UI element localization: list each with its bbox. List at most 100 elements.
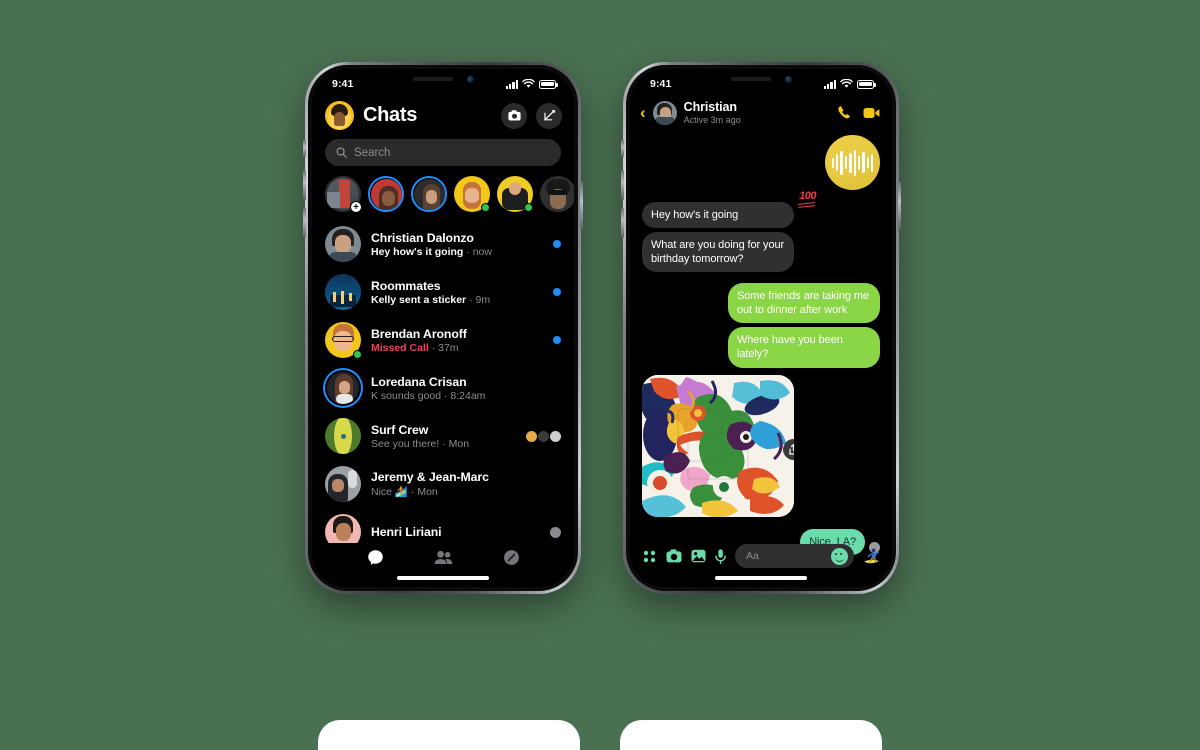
seen-by-avatars (550, 526, 561, 538)
message-bubble[interactable]: Hey how's it going 100 (642, 190, 816, 229)
list-item[interactable]: Roommates Kelly sent a sticker · 9m (312, 268, 574, 316)
phone-chats-list: 9:41 Chats Search + Christian Dalonzo He… (303, 62, 583, 594)
chat-preview: Missed Call · 37m (371, 341, 459, 354)
tab-chats[interactable] (367, 549, 384, 571)
phone-icon[interactable] (837, 105, 852, 120)
list-item[interactable]: Brendan Aronoff Missed Call · 37m (312, 316, 574, 364)
wifi-icon (840, 79, 853, 88)
silent-switch[interactable] (303, 140, 306, 157)
search-input[interactable]: Search (325, 139, 561, 166)
chat-name: Jeremy & Jean-Marc (371, 470, 489, 484)
power-button[interactable] (898, 182, 901, 230)
online-badge (524, 203, 533, 212)
tab-bar[interactable] (312, 543, 574, 587)
cellular-bars-icon (505, 79, 518, 89)
home-indicator[interactable] (397, 576, 489, 580)
voice-message[interactable] (825, 135, 880, 190)
power-button[interactable] (580, 182, 583, 230)
back-button[interactable]: ‹ (640, 104, 646, 121)
online-badge (481, 203, 490, 212)
story-item[interactable] (540, 176, 574, 212)
avatar[interactable] (325, 370, 361, 406)
chat-preview: Hey how's it going · now (371, 245, 492, 258)
chat-name: Surf Crew (371, 422, 429, 437)
unread-badge (553, 336, 561, 344)
camera-icon[interactable] (666, 549, 682, 563)
volume-up-button[interactable] (303, 170, 306, 200)
avatar[interactable] (325, 274, 361, 310)
chat-name: Christian Dalonzo (371, 230, 474, 245)
share-icon (789, 443, 794, 455)
tab-discover[interactable] (503, 549, 520, 571)
search-placeholder: Search (354, 146, 391, 159)
search-icon (336, 147, 347, 158)
chat-preview: See you there! · Mon (371, 437, 470, 450)
grid-apps-icon[interactable] (642, 549, 657, 564)
silent-switch[interactable] (621, 140, 624, 157)
story-item[interactable] (497, 176, 533, 212)
message-composer[interactable]: Aa (630, 541, 892, 571)
message-bubble[interactable]: Where have you been lately? (728, 327, 880, 368)
message-bubble[interactable]: Some friends are taking me out to dinner… (728, 283, 880, 324)
tab-people[interactable] (434, 550, 453, 570)
status-time: 9:41 (650, 78, 672, 90)
online-badge (353, 350, 362, 359)
front-camera-icon (784, 75, 792, 83)
avatar[interactable] (325, 418, 361, 454)
message-list[interactable]: Hey how's it going 100 What are you doin… (630, 125, 892, 555)
list-item[interactable]: Surf Crew See you there! · Mon (312, 412, 574, 460)
add-story-badge[interactable]: + (350, 201, 362, 212)
abstract-colorful-artwork (642, 374, 794, 517)
peek-card-left (318, 720, 580, 750)
compose-icon (543, 109, 555, 121)
photo-gallery-icon[interactable] (691, 549, 706, 563)
avatar[interactable] (325, 322, 362, 359)
chat-name: Roommates (371, 278, 441, 293)
story-item[interactable] (368, 176, 404, 212)
share-button[interactable] (783, 438, 794, 460)
volume-up-button[interactable] (621, 170, 624, 200)
volume-down-button[interactable] (303, 208, 306, 238)
message-placeholder: Aa (746, 550, 759, 562)
stories-row[interactable]: + (312, 166, 574, 212)
microphone-icon[interactable] (715, 548, 726, 564)
avatar[interactable] (325, 226, 361, 262)
surfer-sticker-icon[interactable] (863, 548, 880, 564)
notch (705, 69, 817, 89)
phone2-screen: 9:41 ‹ Christian Active 3m ago Hey how's… (630, 69, 892, 587)
chat-bubble-icon (367, 550, 383, 565)
volume-down-button[interactable] (621, 208, 624, 238)
story-item[interactable] (411, 176, 447, 212)
camera-icon (507, 110, 521, 121)
chat-name: Brendan Aronoff (371, 326, 467, 341)
camera-button[interactable] (501, 102, 527, 129)
list-item[interactable]: Loredana Crisan K sounds good · 8:24am (312, 364, 574, 412)
avatar[interactable] (325, 101, 354, 130)
cellular-bars-icon (823, 79, 836, 89)
smiley-icon[interactable] (831, 547, 848, 565)
list-item[interactable]: Jeremy & Jean-Marc Nice 🏄 · Mon (312, 460, 574, 508)
video-camera-icon[interactable] (863, 107, 880, 119)
message-text: Some friends are taking me out to dinner… (737, 290, 869, 317)
chat-name: Loredana Crisan (371, 374, 467, 389)
home-indicator[interactable] (715, 576, 807, 580)
chat-preview: Kelly sent a sticker · 9m (371, 293, 491, 306)
message-bubble[interactable]: What are you doing for your birthday tom… (642, 232, 794, 273)
contact-name: Christian (683, 100, 737, 114)
story-item[interactable] (454, 176, 490, 212)
story-item[interactable]: + (325, 176, 362, 212)
chat-list[interactable]: Christian Dalonzo Hey how's it going · n… (312, 220, 574, 556)
people-icon (434, 550, 452, 564)
phone1-screen: 9:41 Chats Search + Christian Dalonzo He… (312, 69, 574, 587)
conversation-header: ‹ Christian Active 3m ago (630, 97, 892, 125)
reaction-100-icon[interactable]: 100 (799, 189, 816, 203)
photo-message[interactable] (642, 374, 794, 517)
list-item[interactable]: Christian Dalonzo Hey how's it going · n… (312, 220, 574, 268)
earpiece-speaker (412, 77, 453, 81)
message-input[interactable]: Aa (735, 544, 854, 568)
avatar[interactable] (325, 466, 361, 502)
avatar[interactable] (652, 100, 677, 125)
wifi-icon (522, 79, 535, 88)
battery-icon (539, 79, 558, 89)
compose-button[interactable] (536, 102, 562, 129)
